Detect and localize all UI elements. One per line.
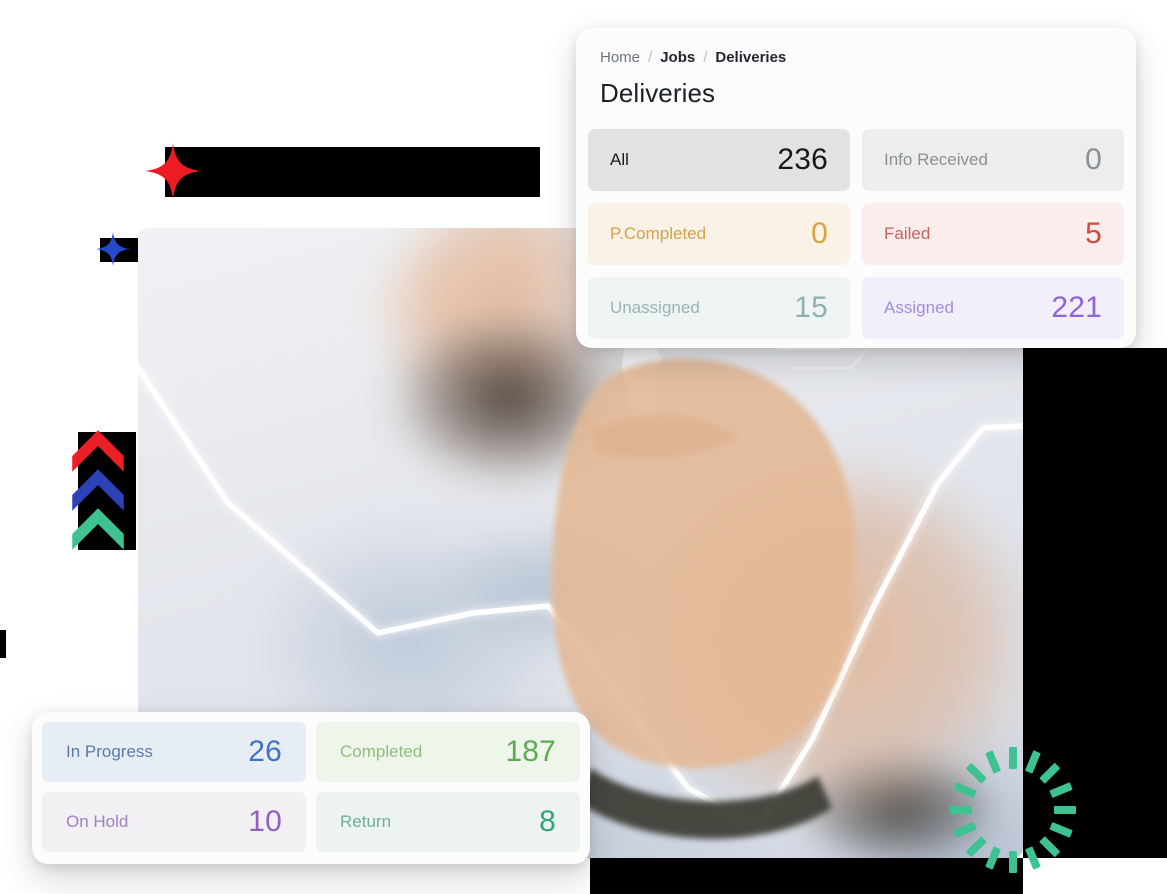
stat-card-in-progress[interactable]: In Progress 26 [42,722,306,782]
spinner-dash [1054,806,1076,814]
spinner-ring-icon [950,747,1076,873]
breadcrumb-item-home[interactable]: Home [600,48,640,68]
mask-block-photo-left [0,630,6,658]
chevron-stack [70,425,126,550]
spinner-dash [1049,782,1073,798]
stat-value: 8 [539,805,556,838]
spinner-dash [953,822,977,838]
stat-card-completed[interactable]: Completed 187 [316,722,580,782]
spinner-dash [1039,763,1060,784]
stat-card-all[interactable]: All 236 [588,129,850,191]
stat-label: Unassigned [610,298,700,317]
stat-label: Failed [884,224,931,243]
spinner-dash [953,782,977,798]
spinner-dash [1009,747,1017,769]
stat-label: P.Completed [610,224,707,243]
screenshot-root: Home / Jobs / Deliveries Deliveries All 2… [0,0,1167,894]
spinner-dash [985,846,1001,870]
stat-card-return[interactable]: Return 8 [316,792,580,852]
stat-value: 10 [248,805,282,838]
stat-label: On Hold [66,812,129,831]
spinner-dash [1025,846,1041,870]
spinner-dash [950,806,972,814]
stat-value: 0 [811,217,828,250]
breadcrumb-item-jobs[interactable]: Jobs [660,48,695,68]
spinner-dash [1009,851,1017,873]
stat-card-unassigned[interactable]: Unassigned 15 [588,277,850,339]
stat-label: All [610,150,629,169]
stat-label: Completed [340,742,423,761]
deliveries-stat-grid: All 236 Info Received 0 P.Completed 0 Failed 5 U… [588,129,1124,339]
breadcrumb-separator: / [703,49,708,66]
sparkle-red-icon [145,143,201,199]
stat-value: 26 [248,735,282,768]
spinner-dash [985,750,1001,774]
stat-value: 15 [794,291,828,324]
deliveries-panel: Home / Jobs / Deliveries Deliveries All 2… [576,28,1136,348]
spinner-dash [1039,836,1060,857]
stat-card-failed[interactable]: Failed 5 [862,203,1124,265]
stat-value: 5 [1085,217,1102,250]
stat-value: 236 [777,143,828,176]
spinner-dash [966,763,987,784]
stat-label: Info Received [884,150,988,169]
stat-label: Assigned [884,298,954,317]
sparkle-blue-icon [96,232,130,266]
spinner-dash [966,836,987,857]
spinner-dash [1025,750,1041,774]
stat-value: 221 [1051,291,1102,324]
page-title: Deliveries [600,78,716,108]
stat-card-on-hold[interactable]: On Hold 10 [42,792,306,852]
stat-value: 0 [1085,143,1102,176]
breadcrumb: Home / Jobs / Deliveries [588,48,1124,68]
stat-card-p-completed[interactable]: P.Completed 0 [588,203,850,265]
stat-label: Return [340,812,392,831]
hand-shape [551,358,857,769]
stat-label: In Progress [66,742,153,761]
spinner-dash [1049,822,1073,838]
mask-block-top [165,147,540,197]
jobs-panel: In Progress 26 Completed 187 On Hold 10 Return… [32,712,590,864]
jobs-stat-grid: In Progress 26 Completed 187 On Hold 10 Return… [42,722,580,852]
breadcrumb-item-deliveries[interactable]: Deliveries [715,48,786,68]
stat-value: 187 [505,735,556,768]
stat-card-assigned[interactable]: Assigned 221 [862,277,1124,339]
breadcrumb-separator: / [648,49,653,66]
chevron-green-icon [72,508,124,550]
stat-card-info-received[interactable]: Info Received 0 [862,129,1124,191]
